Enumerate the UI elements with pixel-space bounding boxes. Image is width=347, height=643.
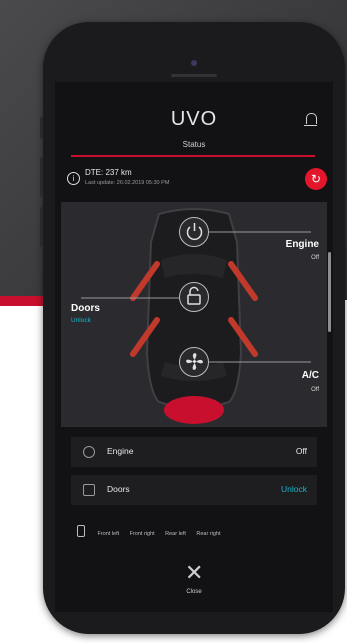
uvo-logo: UVO <box>170 108 218 130</box>
door-front-left-label: Front left <box>97 531 120 537</box>
doors-row-value: Unlock <box>281 484 307 494</box>
engine-label: Engine <box>285 239 319 250</box>
vehicle-status-panel: Engine Off Doors Unlock A/C Off <box>61 202 327 427</box>
door-car-icon <box>77 524 85 537</box>
refresh-icon: ↻ <box>310 172 322 186</box>
scrollbar[interactable] <box>328 252 331 332</box>
app-screen: UVO Status i DTE: 237 km Last update: 26… <box>55 82 333 612</box>
door-rear-left-label: Rear left <box>165 531 186 537</box>
bell-icon[interactable] <box>304 113 317 126</box>
engine-state: Off <box>311 255 319 261</box>
doors-state: Unlock <box>71 317 91 324</box>
close-label[interactable]: Close <box>55 589 333 595</box>
volume-down-button <box>40 207 43 247</box>
engine-toggle[interactable] <box>179 217 209 247</box>
engine-row[interactable]: Engine Off <box>71 437 317 467</box>
earpiece-speaker <box>171 74 217 77</box>
close-icon[interactable]: ✕ <box>185 562 203 584</box>
engine-row-icon <box>83 446 95 458</box>
title-underline <box>71 155 315 157</box>
mute-switch <box>40 117 43 139</box>
padlock-row-icon <box>83 484 95 496</box>
door-position-list: Front left Front right Rear left Rear ri… <box>71 522 317 552</box>
dte-text: DTE: 237 km <box>85 168 132 177</box>
volume-up-button <box>40 157 43 197</box>
ac-label: A/C <box>301 370 319 381</box>
refresh-button[interactable]: ↻ <box>305 168 327 190</box>
info-icon[interactable]: i <box>67 172 80 185</box>
fan-icon <box>185 353 203 370</box>
doors-toggle[interactable] <box>179 282 209 312</box>
door-rear-right-label: Rear right <box>196 531 221 537</box>
ac-state: Off <box>311 387 319 393</box>
engine-row-label: Engine <box>107 446 134 456</box>
power-icon <box>186 223 202 241</box>
last-update-text: Last update: 26.02.2019 05:30 PM <box>85 180 170 186</box>
front-camera <box>191 60 197 66</box>
doors-row-label: Doors <box>107 484 130 494</box>
doors-row[interactable]: Doors Unlock <box>71 475 317 505</box>
ac-toggle[interactable] <box>179 347 209 377</box>
trunk-indicator <box>164 396 224 424</box>
page-title: Status <box>182 140 206 149</box>
door-front-right-label: Front right <box>129 531 155 537</box>
phone-device: UVO Status i DTE: 237 km Last update: 26… <box>40 22 347 634</box>
doors-label: Doors <box>71 303 100 314</box>
engine-row-value: Off <box>295 446 307 456</box>
unlocked-padlock-icon <box>186 286 201 305</box>
